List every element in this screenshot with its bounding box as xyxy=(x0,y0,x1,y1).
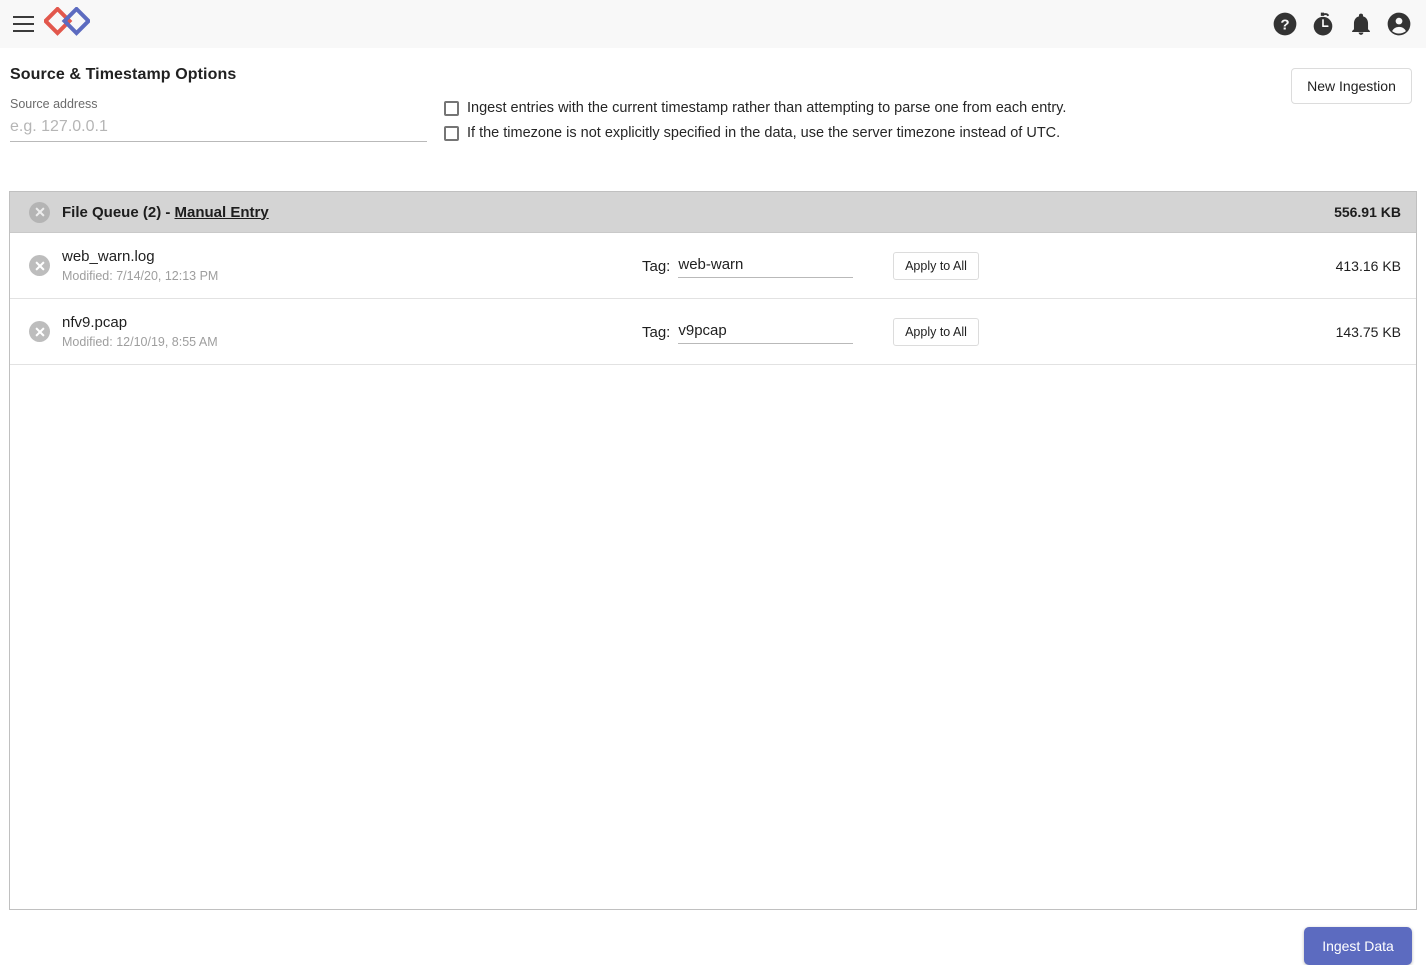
file-queue-panel: File Queue (2) - Manual Entry 556.91 KB … xyxy=(9,191,1417,910)
file-size: 143.75 KB xyxy=(1335,323,1401,340)
file-name: web_warn.log xyxy=(62,247,155,265)
timelapse-icon[interactable] xyxy=(1310,11,1336,37)
file-info: web_warn.log Modified: 7/14/20, 12:13 PM xyxy=(62,247,642,285)
option-current-timestamp-label: Ingest entries with the current timestam… xyxy=(467,100,1067,116)
hamburger-bar xyxy=(12,16,34,18)
app-bar: ? xyxy=(0,0,1426,48)
account-circle-icon[interactable] xyxy=(1386,11,1412,37)
manual-entry-link[interactable]: Manual Entry xyxy=(175,204,269,221)
options-row: Source address Ingest entries with the c… xyxy=(0,84,1426,148)
table-row: web_warn.log Modified: 7/14/20, 12:13 PM… xyxy=(10,233,1416,299)
remove-file-icon[interactable] xyxy=(29,255,50,276)
remove-file-icon[interactable] xyxy=(29,321,50,342)
table-row: nfv9.pcap Modified: 12/10/19, 8:55 AM Ta… xyxy=(10,299,1416,365)
file-modified: Modified: 7/14/20, 12:13 PM xyxy=(62,268,219,283)
option-server-timezone-row[interactable]: If the timezone is not explicitly specif… xyxy=(444,123,1066,144)
file-queue-total-size: 556.91 KB xyxy=(1334,204,1401,220)
notifications-bell-icon[interactable] xyxy=(1348,11,1374,37)
file-modified: Modified: 12/10/19, 8:55 AM xyxy=(62,334,218,349)
apply-to-all-button[interactable]: Apply to All xyxy=(893,251,979,280)
page-body: Source & Timestamp Options New Ingestion… xyxy=(0,48,1426,965)
checkbox-current-timestamp[interactable] xyxy=(444,101,459,116)
file-info: nfv9.pcap Modified: 12/10/19, 8:55 AM xyxy=(62,313,642,351)
source-address-input[interactable] xyxy=(10,116,427,142)
apply-to-all-button[interactable]: Apply to All xyxy=(893,317,979,346)
clear-queue-icon[interactable] xyxy=(29,201,50,223)
tag-field-group: Tag: xyxy=(642,319,860,344)
file-queue-header: File Queue (2) - Manual Entry 556.91 KB xyxy=(10,192,1416,233)
svg-text:?: ? xyxy=(1280,16,1289,33)
hamburger-bar xyxy=(12,30,34,32)
logo-svg xyxy=(42,6,92,36)
hamburger-bar xyxy=(12,23,34,25)
checkbox-server-timezone[interactable] xyxy=(444,126,459,141)
tag-input[interactable] xyxy=(678,253,854,278)
file-name: nfv9.pcap xyxy=(62,313,128,331)
app-logo-diamonds[interactable] xyxy=(42,6,92,41)
tag-label: Tag: xyxy=(642,323,671,341)
file-queue-title-text: File Queue (2) - xyxy=(62,203,175,221)
tag-input[interactable] xyxy=(678,319,854,344)
source-address-label: Source address xyxy=(10,97,98,111)
timestamp-options-group: Ingest entries with the current timestam… xyxy=(444,96,1066,148)
option-current-timestamp-row[interactable]: Ingest entries with the current timestam… xyxy=(444,98,1066,119)
file-size: 413.16 KB xyxy=(1335,257,1401,274)
source-address-field-group: Source address xyxy=(10,96,427,142)
appbar-icon-group: ? xyxy=(1272,11,1412,37)
tag-field-group: Tag: xyxy=(642,253,860,278)
hamburger-menu-icon[interactable] xyxy=(8,9,38,39)
tag-label: Tag: xyxy=(642,257,671,275)
file-queue-title: File Queue (2) - Manual Entry xyxy=(62,204,269,221)
page-title: Source & Timestamp Options xyxy=(10,66,237,83)
ingest-data-button[interactable]: Ingest Data xyxy=(1304,927,1412,965)
option-server-timezone-label: If the timezone is not explicitly specif… xyxy=(467,125,1061,141)
help-icon[interactable]: ? xyxy=(1272,11,1298,37)
section-header: Source & Timestamp Options New Ingestion xyxy=(0,48,1426,104)
